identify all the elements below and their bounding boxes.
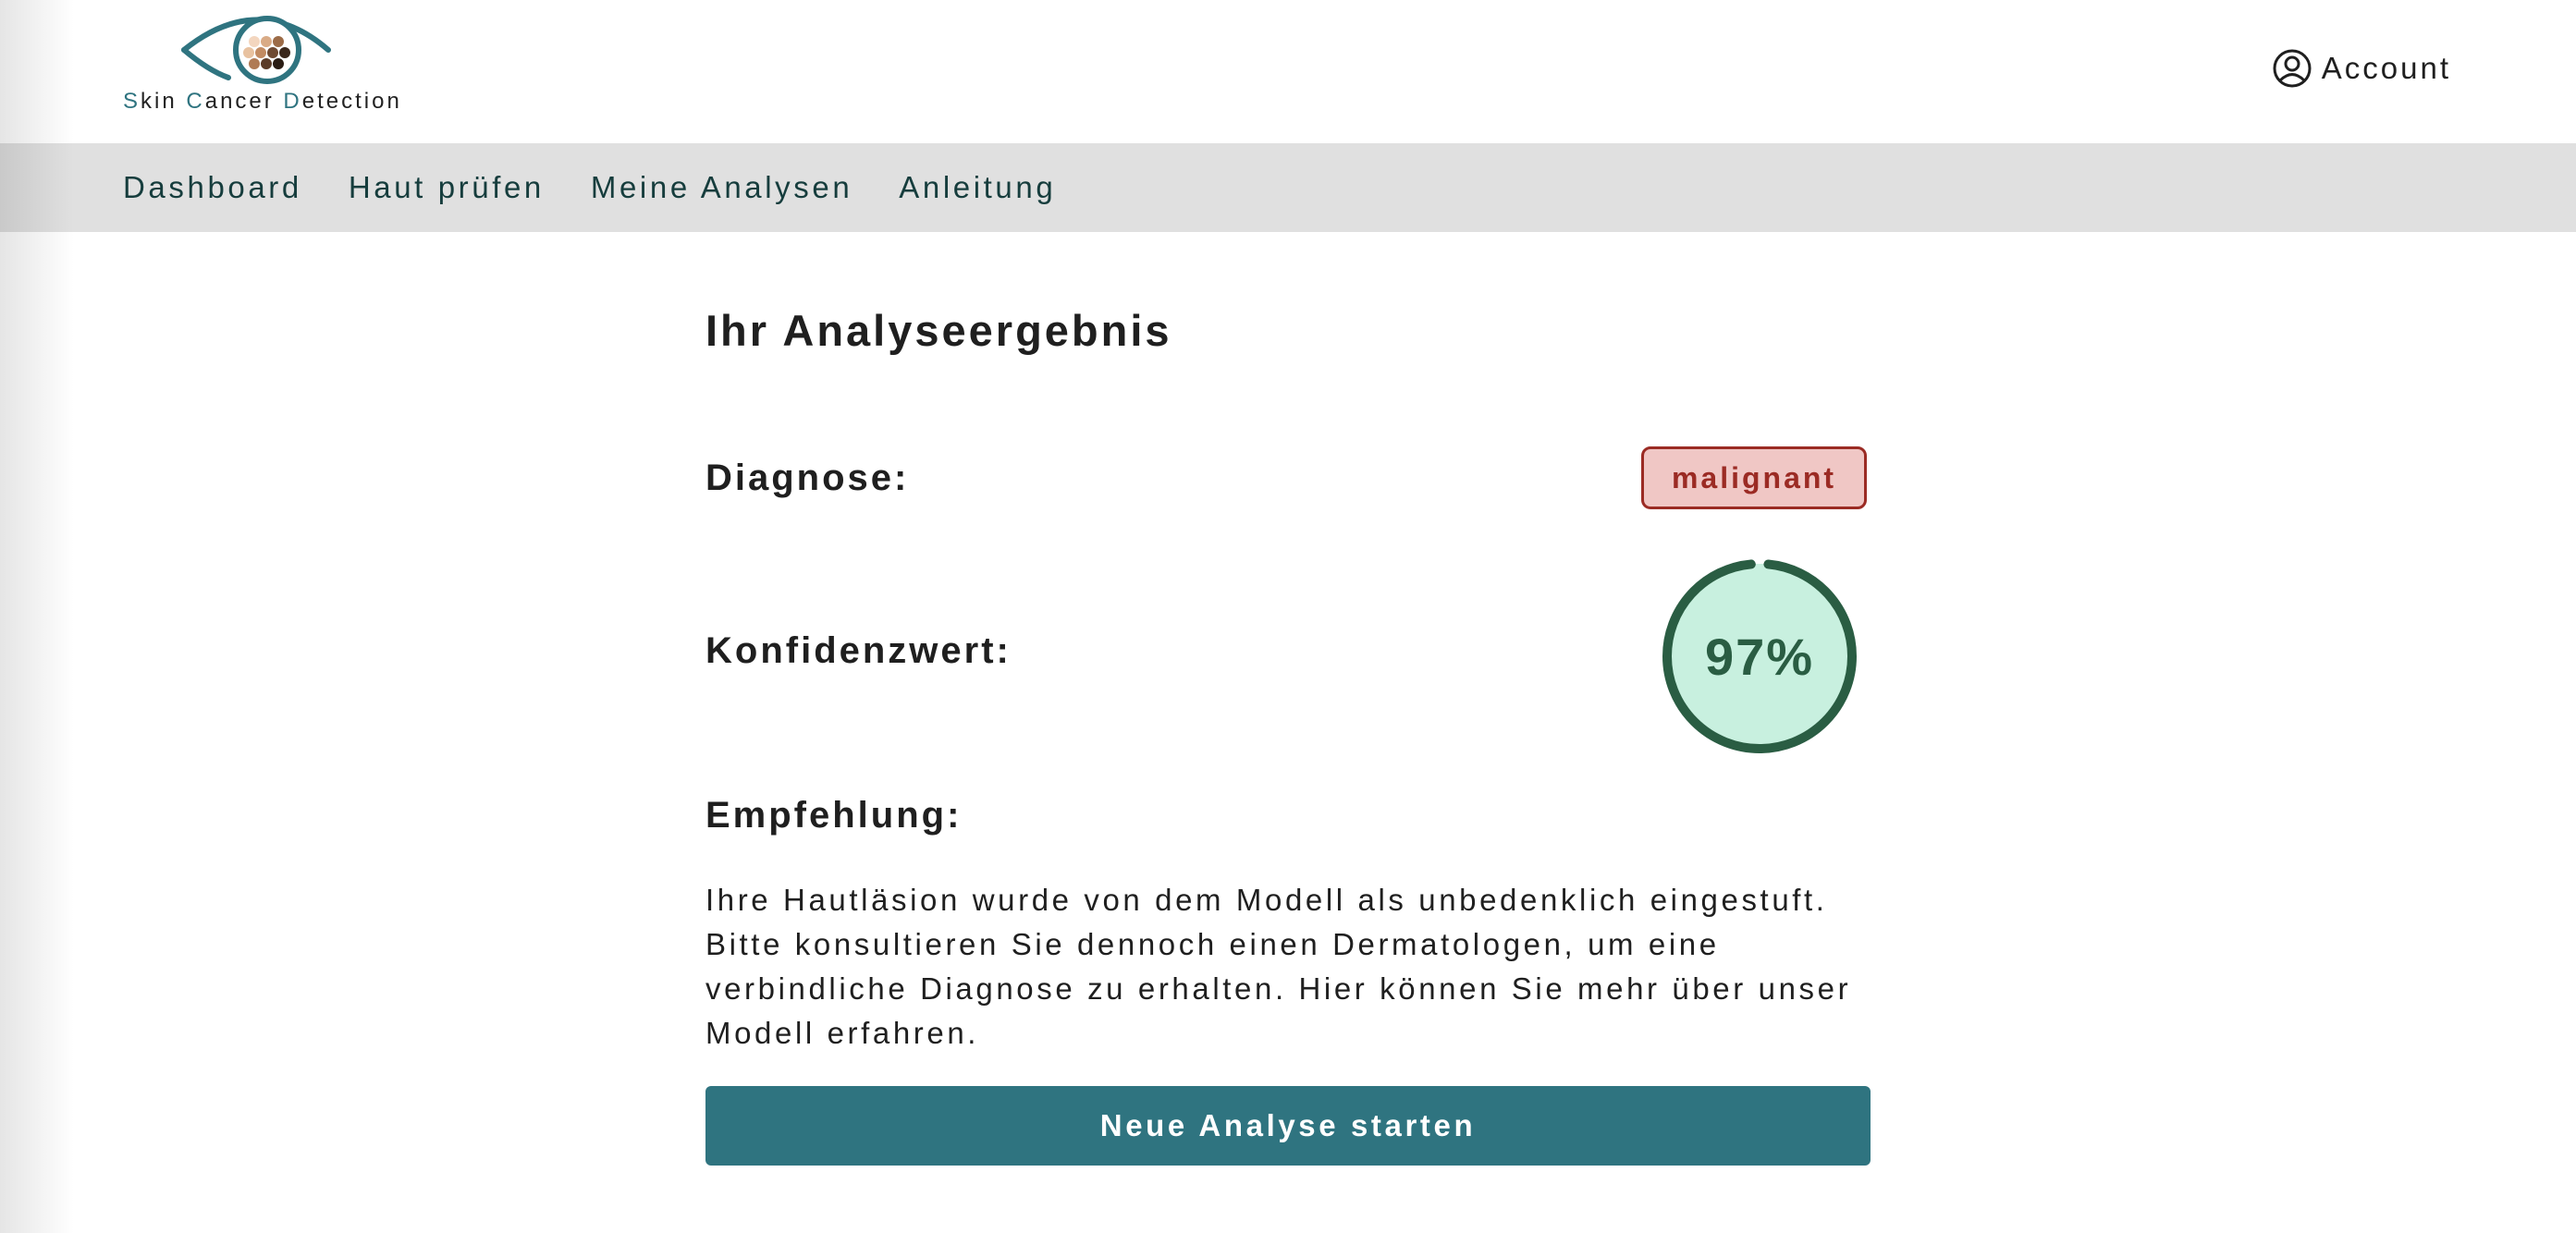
- diagnosis-label: Diagnose:: [705, 458, 910, 498]
- brand-logo[interactable]: Skin Cancer Detection: [123, 13, 400, 116]
- confidence-value: 97%: [1704, 627, 1815, 686]
- recommendation-label: Empfehlung:: [705, 795, 963, 836]
- top-header: Skin Cancer Detection Account: [0, 0, 2576, 143]
- confidence-gauge: 97%: [1660, 556, 1859, 756]
- eye-icon: [181, 16, 331, 84]
- main-nav: Dashboard Haut prüfen Meine Analysen Anl…: [0, 143, 2576, 232]
- page-title: Ihr Analyseergebnis: [705, 306, 1172, 355]
- nav-item-dashboard[interactable]: Dashboard: [123, 170, 302, 205]
- brand-name: Skin Cancer Detection: [123, 89, 402, 114]
- user-circle-icon: [2273, 49, 2312, 88]
- recommendation-text: Ihre Hautläsion wurde von dem Modell als…: [705, 883, 1852, 1050]
- diagnosis-badge: malignant: [1641, 446, 1867, 509]
- account-button[interactable]: Account: [2272, 46, 2451, 91]
- nav-item-meine-analysen[interactable]: Meine Analysen: [591, 170, 853, 205]
- account-label: Account: [2321, 51, 2451, 85]
- confidence-label: Konfidenzwert:: [705, 630, 1012, 671]
- start-new-analysis-button[interactable]: Neue Analyse starten: [705, 1086, 1871, 1166]
- nav-item-haut-pruefen[interactable]: Haut prüfen: [349, 170, 545, 205]
- nav-item-anleitung[interactable]: Anleitung: [899, 170, 1056, 205]
